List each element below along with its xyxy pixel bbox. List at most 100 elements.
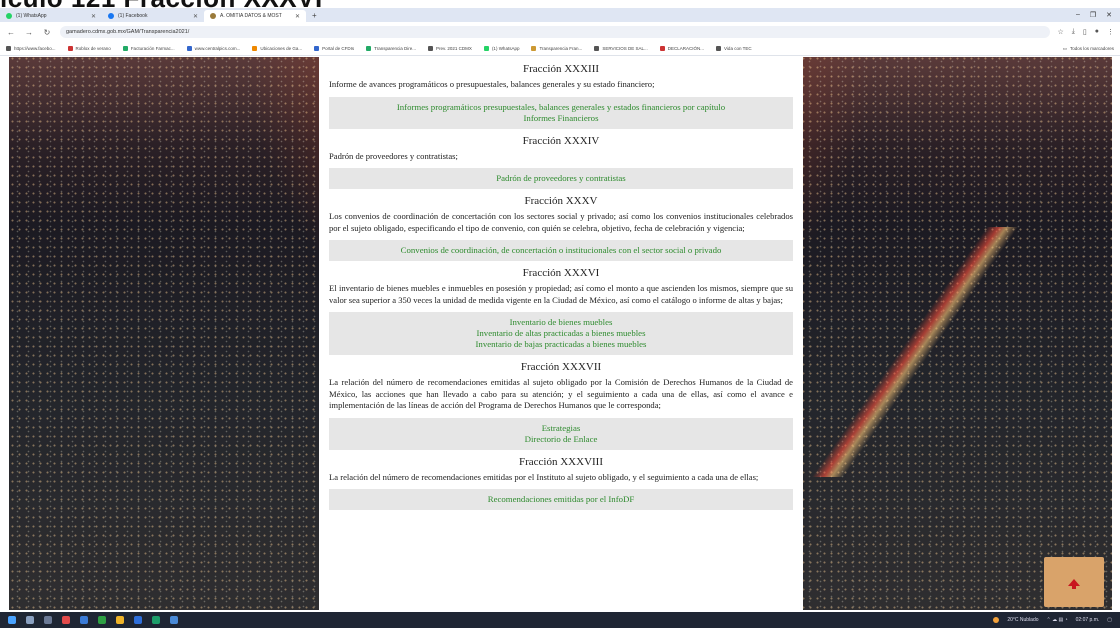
bookmark-favicon-icon bbox=[594, 46, 600, 51]
bookmarks-bar: https://www.facebo... Roblox de verano Fac… bbox=[0, 42, 1120, 56]
fraccion-link[interactable]: Informes programáticos presupuestales, b… bbox=[335, 102, 787, 113]
profile-icon[interactable]: ● bbox=[1095, 28, 1099, 36]
clock[interactable]: 02:07 p.m. bbox=[1076, 617, 1100, 623]
bookmark-favicon-icon bbox=[428, 46, 433, 51]
all-bookmarks-button[interactable]: ▭ Todos los marcadores bbox=[1063, 46, 1114, 52]
arrow-up-icon bbox=[1068, 578, 1080, 589]
bookmark-favicon-icon bbox=[716, 46, 722, 51]
all-bookmarks-label: Todos los marcadores bbox=[1069, 46, 1114, 51]
fraccion-title: Fracción XXXV bbox=[524, 195, 598, 207]
start-icon[interactable] bbox=[8, 616, 16, 624]
download-icon[interactable]: ⤓ bbox=[1072, 28, 1075, 36]
bookmark-item[interactable]: Facturación Farmac... bbox=[122, 46, 175, 51]
windows-taskbar: 20°C Nublado ⌃ ☁ ▤ ◔ 02:07 p.m. ▢ bbox=[0, 612, 1120, 628]
bookmark-label: Portal de CFDIs bbox=[322, 46, 355, 51]
fraccion-description: La relación del número de recomendacione… bbox=[329, 471, 759, 482]
bookmark-favicon-icon bbox=[6, 46, 11, 51]
app-icon[interactable] bbox=[80, 616, 88, 624]
fraccion-link[interactable]: Directorio de Enlace bbox=[335, 434, 787, 445]
bookmark-item[interactable]: Ubicaciones de Ga... bbox=[252, 46, 302, 51]
fraccion-link-box: Informes programáticos presupuestales, b… bbox=[329, 96, 793, 129]
back-icon[interactable]: ← bbox=[6, 28, 16, 37]
search-icon[interactable] bbox=[26, 616, 34, 624]
notification-icon[interactable]: ▢ bbox=[1107, 617, 1112, 623]
bookmark-item[interactable]: Portal de CFDIs bbox=[314, 46, 354, 51]
bookmark-favicon-icon bbox=[483, 46, 489, 51]
maximize-button[interactable]: ❐ bbox=[1090, 11, 1096, 19]
tab-close-icon[interactable]: ✕ bbox=[91, 13, 96, 20]
star-icon[interactable]: ☆ bbox=[1058, 28, 1064, 36]
folder-icon[interactable] bbox=[116, 616, 124, 624]
fraccion-link[interactable]: Inventario de altas practicadas a bienes… bbox=[335, 328, 787, 339]
bookmark-favicon-icon bbox=[531, 46, 537, 51]
task-view-icon[interactable] bbox=[44, 616, 52, 624]
fraccion-title: Fracción XXXVI bbox=[522, 267, 600, 279]
fraccion-description: Informe de avances programáticos o presu… bbox=[329, 79, 655, 89]
tab-label: (1) Facebook bbox=[118, 13, 148, 19]
weather-text[interactable]: 20°C Nublado bbox=[1007, 617, 1038, 623]
tab-label: (1) WhatsApp bbox=[16, 13, 47, 19]
tab-close-icon[interactable]: ✕ bbox=[295, 13, 300, 20]
fraccion-link[interactable]: Estrategias bbox=[335, 423, 787, 434]
bookmark-label: SERVICIOS DE SAL... bbox=[602, 46, 648, 51]
tab-close-icon[interactable]: ✕ bbox=[193, 13, 198, 20]
folder-icon: ▭ bbox=[1062, 45, 1067, 51]
bookmark-favicon-icon bbox=[67, 46, 73, 51]
bookmark-favicon-icon bbox=[659, 46, 665, 51]
menu-icon[interactable]: ⋮ bbox=[1107, 28, 1114, 36]
city-road-lights bbox=[809, 227, 1029, 477]
fraccion-title: Fracción XXXIII bbox=[522, 63, 600, 75]
app-icon[interactable] bbox=[98, 616, 106, 624]
sidepanel-icon[interactable]: ▯ bbox=[1083, 28, 1087, 36]
fraccion-link[interactable]: Informes Financieros bbox=[335, 113, 787, 124]
system-tray: 20°C Nublado ⌃ ☁ ▤ ◔ 02:07 p.m. ▢ bbox=[993, 617, 1112, 623]
bookmark-item[interactable]: Transparencia Fran... bbox=[531, 46, 582, 51]
tab-favicon-icon bbox=[108, 13, 114, 19]
bookmark-item[interactable]: https://www.facebo... bbox=[6, 46, 56, 51]
back-to-top-button[interactable] bbox=[1044, 557, 1104, 607]
close-window-button[interactable]: ✕ bbox=[1106, 11, 1112, 19]
app-icon[interactable] bbox=[152, 616, 160, 624]
fraccion-description: El inventario de bienes muebles e inmueb… bbox=[329, 283, 793, 305]
bookmark-item[interactable]: Vida con TEC bbox=[716, 46, 752, 51]
bookmark-item[interactable]: Prev. 2021 CDMX bbox=[428, 46, 472, 51]
forward-icon[interactable]: → bbox=[24, 28, 34, 37]
bookmark-label: DECLARACIÓN... bbox=[667, 46, 705, 51]
tab-favicon-icon bbox=[6, 13, 12, 19]
address-bar[interactable]: gamadero.cdmx.gob.mx/GAM/Transparencia20… bbox=[60, 26, 1050, 38]
bookmark-label: Transparencia Fran... bbox=[539, 46, 583, 51]
bookmark-item[interactable]: (1) WhatsApp bbox=[483, 46, 519, 51]
bookmark-item[interactable]: Roblox de verano bbox=[67, 46, 111, 51]
fraccion-link[interactable]: Convenios de coordinación, de concertaci… bbox=[335, 245, 787, 256]
address-text: gamadero.cdmx.gob.mx/GAM/Transparencia20… bbox=[66, 29, 190, 35]
bookmark-item[interactable]: Transparencia Dire... bbox=[366, 46, 416, 51]
fraccion-link[interactable]: Padrón de proveedores y contratistas bbox=[335, 173, 787, 184]
fraccion-link[interactable]: Inventario de bienes muebles bbox=[335, 317, 787, 328]
browser-toolbar: ← → ↻ gamadero.cdmx.gob.mx/GAM/Transpare… bbox=[0, 22, 1120, 42]
tray-icons[interactable]: ⌃ ☁ ▤ ◔ bbox=[1047, 617, 1068, 623]
fraccion-link[interactable]: Recomendaciones emitidas por el InfoDF bbox=[335, 494, 787, 505]
bookmark-label: https://www.facebo... bbox=[14, 46, 56, 51]
page-viewport: Fracción XXXIII Informe de avances progra… bbox=[9, 57, 1112, 610]
bookmark-item[interactable]: DECLARACIÓN... bbox=[659, 46, 705, 51]
window-controls: – ❐ ✕ bbox=[1076, 11, 1120, 19]
app-icon[interactable] bbox=[170, 616, 178, 624]
tab-label: A. OMITIA DATOS & MOST bbox=[220, 13, 282, 19]
content-column: Fracción XXXIII Informe de avances progra… bbox=[319, 57, 803, 610]
fraccion-description: Los convenios de coordinación de concert… bbox=[329, 211, 793, 233]
fraccion-link-box: Padrón de proveedores y contratistas bbox=[329, 168, 793, 189]
fraccion-link-box: Estrategias Directorio de Enlace bbox=[329, 417, 793, 450]
browser-icon[interactable] bbox=[134, 616, 142, 624]
bookmark-item[interactable]: www.centralpics.com... bbox=[186, 46, 240, 51]
minimize-button[interactable]: – bbox=[1076, 11, 1080, 19]
fraccion-link[interactable]: Inventario de bajas practicadas a bienes… bbox=[335, 339, 787, 350]
bookmark-label: Ubicaciones de Ga... bbox=[260, 46, 303, 51]
fraccion-title: Fracción XXXVII bbox=[520, 361, 602, 373]
app-icon[interactable] bbox=[62, 616, 70, 624]
fraccion-description: Padrón de proveedores y contratistas; bbox=[329, 150, 458, 161]
bookmark-item[interactable]: SERVICIOS DE SAL... bbox=[594, 46, 648, 51]
reload-icon[interactable]: ↻ bbox=[42, 28, 52, 37]
toolbar-icons: ☆ ⤓ ▯ ● ⋮ bbox=[1058, 28, 1114, 36]
bookmark-favicon-icon bbox=[122, 46, 128, 51]
bookmark-label: Roblox de verano bbox=[75, 46, 111, 51]
